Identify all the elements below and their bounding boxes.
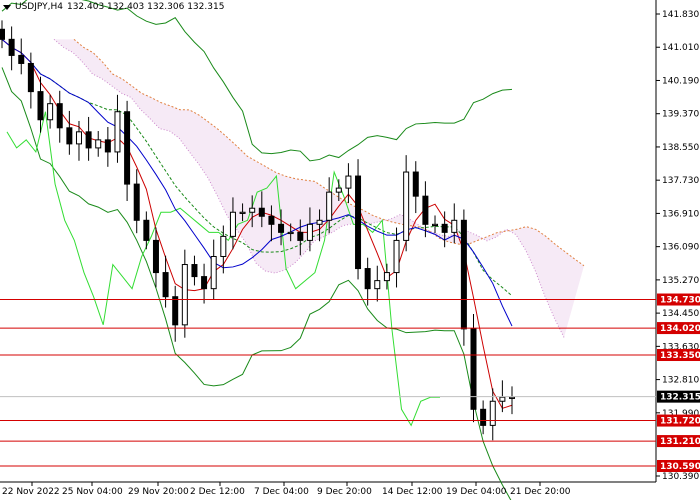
price-label: 134.450 [662,309,699,319]
candle-body [75,131,82,145]
candle-body [239,211,246,214]
candle-body [278,223,285,233]
candle-body [412,171,419,197]
candle-body [326,191,333,221]
price-label: 138.550 [662,143,699,153]
time-label: 22 Nov 2022 [2,487,60,497]
ohlc-readout: 132.403 132.403 132.306 132.315 [66,2,225,12]
candle-body [104,139,111,153]
candle-body [316,219,323,225]
candle-body [201,276,208,290]
price-label: 139.370 [662,110,699,120]
candle-body [451,219,458,233]
candle-body [364,268,371,290]
candle-body [374,280,381,290]
candle-body [172,296,179,326]
candle-body [509,396,515,399]
candle-body [268,215,275,225]
candle-body [114,111,121,153]
price-label: 140.190 [662,76,699,86]
time-label: 25 Nov 04:00 [62,487,123,497]
price-chart[interactable]: 141.830 141.010 140.190 139.370 138.550 137.7… [0,0,700,500]
candle-body [18,54,25,64]
candle-body [403,171,410,241]
time-label: 9 Dec 20:00 [317,487,372,497]
candle-body [499,396,506,402]
candle-body [37,91,44,121]
time-label: 14 Dec 12:00 [382,487,443,497]
level-tag-label: 134.730 [660,296,700,306]
price-label: 137.730 [662,176,699,186]
candle-body [56,103,63,129]
price-label: 136.090 [662,243,699,253]
chart-title[interactable]: USDJPY,H4 132.403 132.403 132.306 132.31… [3,2,224,12]
time-label: 19 Dec 04:00 [446,487,507,497]
candle-body [124,111,131,185]
level-tag-label: 131.210 [660,437,700,447]
candle-body [258,207,265,217]
candle-body [480,408,487,426]
candle-body [8,38,15,56]
time-label: 2 Dec 12:00 [190,487,245,497]
candle-body [460,219,467,330]
candle-body [133,183,140,221]
candle-body [345,175,352,189]
candle-body [210,255,217,290]
price-label: 132.810 [662,376,699,386]
candle-body [287,231,294,235]
candle-body [489,400,496,426]
candle-body [0,28,5,40]
candle-body [355,175,362,270]
candle-body [152,239,159,274]
candle-body [143,219,150,241]
time-axis: 22 Nov 2022 25 Nov 04:00 29 Nov 20:00 2 Dec… [2,482,571,497]
candle-body [249,207,256,213]
current-price-label: 132.315 [660,393,700,403]
candle-body [162,272,169,298]
level-tag-label: 133.350 [660,351,700,361]
candle-body [181,264,188,326]
symbol-label: USDJPY,H4 [15,2,63,12]
candle-body [220,235,227,257]
candle-body [191,264,198,278]
time-label: 29 Nov 20:00 [128,487,189,497]
candle-body [95,139,102,149]
candle-body [335,187,342,193]
price-label: 141.830 [662,10,699,20]
candle-body [297,231,304,241]
time-label: 21 Dec 20:00 [510,487,571,497]
candle-body [27,62,34,93]
candle-body [432,223,439,227]
candle-body [441,223,448,233]
price-label: 141.010 [662,43,699,53]
dropdown-triangle-icon[interactable] [3,4,11,10]
candle-body [393,239,400,274]
price-axis: 141.830 141.010 140.190 139.370 138.550 137.7… [656,10,699,482]
candle-body [306,223,313,241]
candle-body [66,127,73,145]
candle-body [422,195,429,225]
candle-body [383,272,390,282]
candle-body [47,103,54,121]
level-tag-label: 131.720 [660,417,700,427]
level-tag-label: 130.590 [660,462,700,472]
price-label: 136.910 [662,209,699,219]
level-tag-label: 134.020 [660,324,700,334]
price-label: 130.390 [662,472,699,482]
price-label: 135.270 [662,276,699,286]
candle-body [470,328,477,410]
candle-body [229,211,236,237]
time-label: 7 Dec 04:00 [254,487,309,497]
candle-body [85,131,92,149]
